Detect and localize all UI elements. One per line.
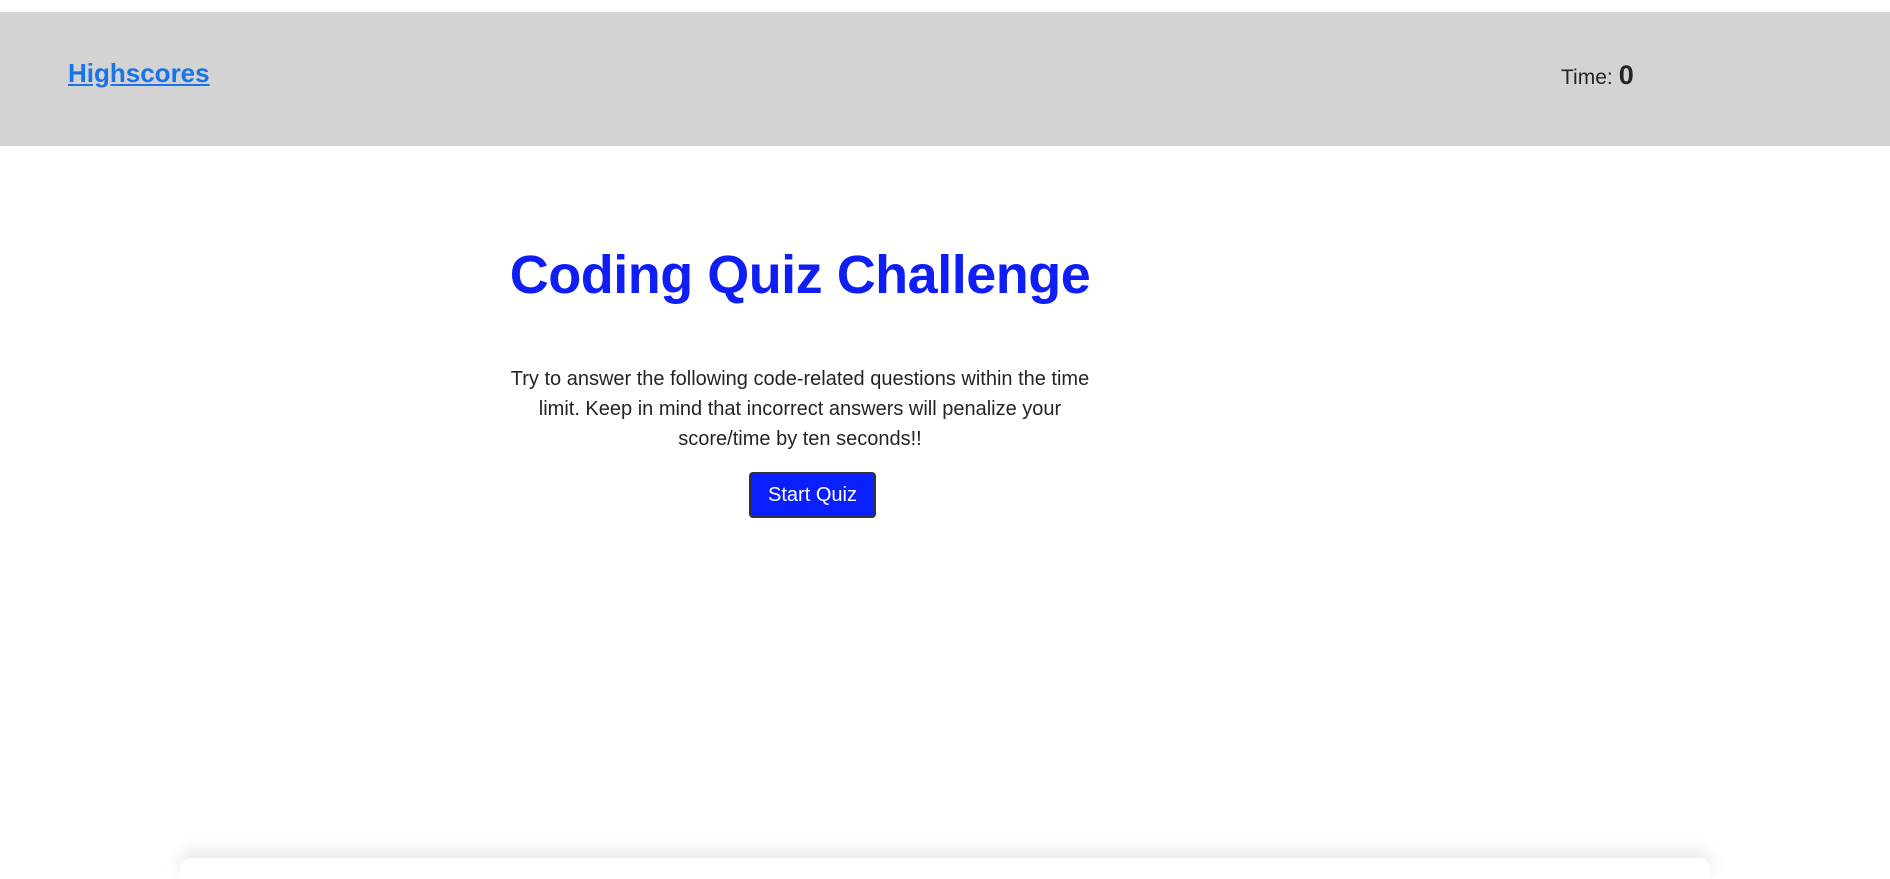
start-quiz-button[interactable]: Start Quiz [749,471,876,518]
highscores-link[interactable]: Highscores [68,58,210,89]
header-bar: Highscores Time: 0 [0,12,1890,146]
start-button-container: Start Quiz [480,471,1120,518]
quiz-intro: Coding Quiz Challenge Try to answer the … [480,230,1120,518]
timer-value: 0 [1618,60,1634,90]
page-title: Coding Quiz Challenge [509,245,1091,305]
quiz-description: Try to answer the following code-related… [510,367,1090,450]
top-strip [0,0,1890,12]
timer-label: Time: [1561,66,1613,89]
footer-panel [180,858,1710,879]
timer: Time: 0 [1561,60,1634,91]
